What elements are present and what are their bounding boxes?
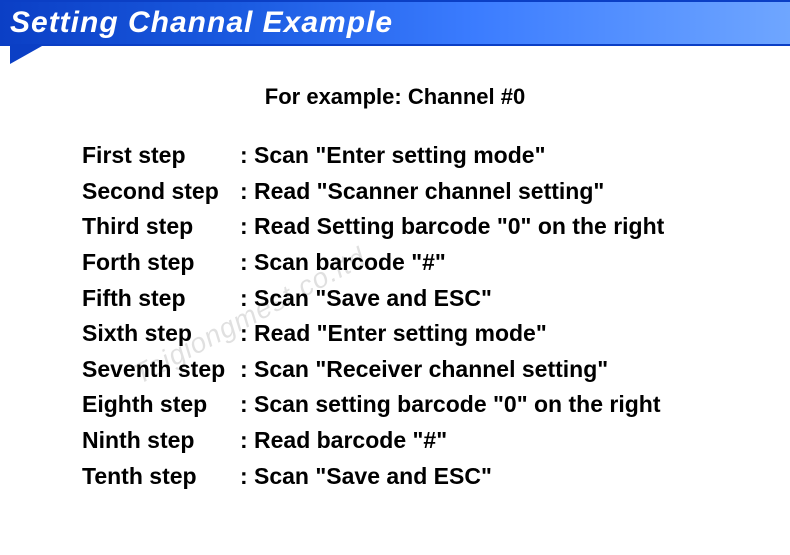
step-row: Forth step : Scan barcode "#" [82,245,790,281]
step-colon: : [240,281,254,317]
step-row: Second step : Read "Scanner channel sett… [82,174,790,210]
step-label: Second step [82,174,240,210]
step-row: Eighth step : Scan setting barcode "0" o… [82,387,790,423]
step-colon: : [240,138,254,174]
steps-list: First step : Scan "Enter setting mode" S… [0,138,790,494]
step-text: Scan "Enter setting mode" [254,138,790,174]
step-text: Scan barcode "#" [254,245,790,281]
step-label: Sixth step [82,316,240,352]
step-label: Third step [82,209,240,245]
step-row: First step : Scan "Enter setting mode" [82,138,790,174]
step-label: First step [82,138,240,174]
header-bar: Setting Channal Example [0,0,790,46]
step-text: Scan "Save and ESC" [254,281,790,317]
step-colon: : [240,316,254,352]
step-row: Fifth step : Scan "Save and ESC" [82,281,790,317]
step-colon: : [240,387,254,423]
step-text: Read barcode "#" [254,423,790,459]
step-colon: : [240,352,254,388]
step-row: Ninth step : Read barcode "#" [82,423,790,459]
step-row: Sixth step : Read "Enter setting mode" [82,316,790,352]
step-colon: : [240,245,254,281]
step-colon: : [240,209,254,245]
step-text: Read Setting barcode "0" on the right [254,209,790,245]
step-text: Read "Scanner channel setting" [254,174,790,210]
page-title: Setting Channal Example [10,6,393,40]
subtitle: For example: Channel #0 [0,84,790,110]
step-text: Scan setting barcode "0" on the right [254,387,790,423]
step-label: Tenth step [82,459,240,495]
step-label: Fifth step [82,281,240,317]
step-label: Seventh step [82,352,240,388]
step-label: Forth step [82,245,240,281]
step-colon: : [240,459,254,495]
step-text: Read "Enter setting mode" [254,316,790,352]
step-label: Eighth step [82,387,240,423]
step-colon: : [240,423,254,459]
step-label: Ninth step [82,423,240,459]
step-text: Scan "Receiver channel setting" [254,352,790,388]
step-row: Seventh step : Scan "Receiver channel se… [82,352,790,388]
step-row: Third step : Read Setting barcode "0" on… [82,209,790,245]
step-row: Tenth step : Scan "Save and ESC" [82,459,790,495]
ribbon-tail [10,46,42,64]
step-text: Scan "Save and ESC" [254,459,790,495]
step-colon: : [240,174,254,210]
